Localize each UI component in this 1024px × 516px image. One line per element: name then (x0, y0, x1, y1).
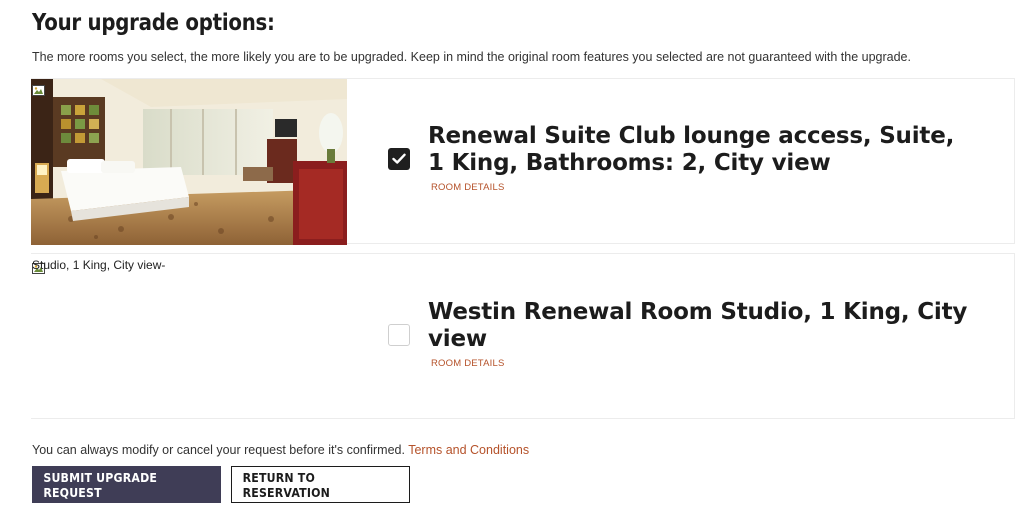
terms-and-conditions-link[interactable]: Terms and Conditions (408, 443, 529, 457)
page-title: Your upgrade options: (32, 10, 275, 36)
room-details-link[interactable]: ROOM DETAILS (431, 358, 504, 369)
return-to-reservation-label: RETURN TO RESERVATION (242, 469, 331, 500)
room-photo (31, 79, 347, 245)
room-select-checkbox[interactable] (388, 324, 410, 346)
room-name: Renewal Suite Club lounge access, Suite,… (428, 123, 955, 176)
checkmark-icon (392, 153, 406, 164)
return-to-reservation-button[interactable]: RETURN TO RESERVATION (231, 466, 410, 503)
submit-upgrade-request-button[interactable]: SUBMIT UPGRADE REQUEST (32, 466, 221, 503)
modify-request-text: You can always modify or cancel your req… (32, 443, 405, 457)
image-alt-text: Studio, 1 King, City view- (32, 258, 166, 272)
room-option-card: Studio, 1 King, City view- Westin Renewa… (31, 253, 1015, 419)
room-option-card: Renewal Suite Club lounge access, Suite,… (31, 78, 1015, 245)
room-select-checkbox[interactable] (388, 148, 410, 170)
room-details-link[interactable]: ROOM DETAILS (431, 182, 504, 193)
upgrade-instructions: The more rooms you select, the more like… (32, 50, 911, 64)
room-name: Westin Renewal Room Studio, 1 King, City… (428, 299, 968, 352)
room-photo-missing: Studio, 1 King, City view- (31, 254, 347, 420)
broken-image-icon (32, 85, 45, 96)
modify-request-note: You can always modify or cancel your req… (32, 443, 529, 457)
submit-upgrade-request-label: SUBMIT UPGRADE REQUEST (43, 469, 158, 500)
